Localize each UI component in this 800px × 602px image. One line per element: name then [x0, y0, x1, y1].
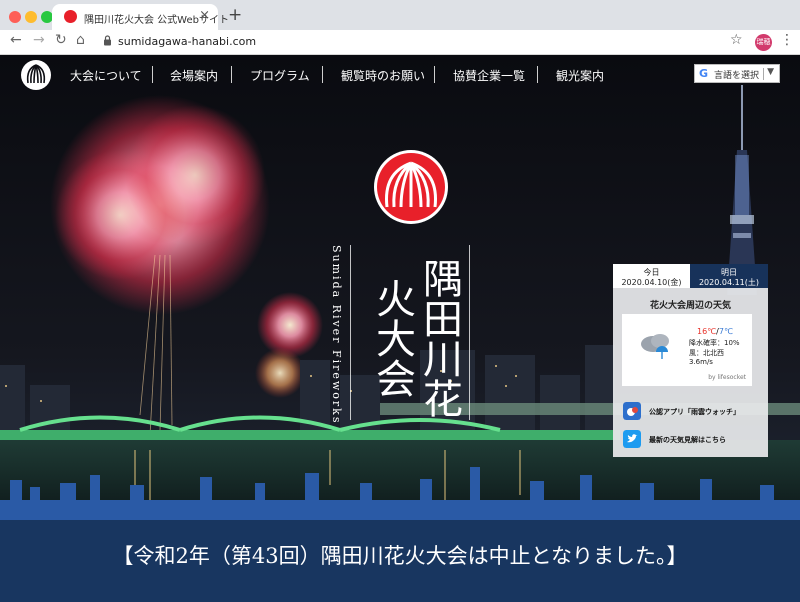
tab-tomorrow[interactable]: 明日 2020.04.11(土)	[690, 264, 768, 288]
temperature: 16℃/7℃	[697, 327, 733, 336]
browser-toolbar: ← → ↻ ⌂ sumidagawa-hanabi.com ☆ 瑞穂 ⋮	[0, 30, 800, 55]
english-title: Sumida River Fireworks	[330, 245, 343, 425]
twitter-icon	[623, 430, 641, 448]
temperature-low: 7℃	[718, 327, 733, 336]
language-selector-label: 言語を選択	[714, 71, 760, 81]
weather-app-icon	[623, 402, 641, 420]
nav-item-about[interactable]: 大会について	[70, 67, 142, 84]
rain-cloud-icon	[641, 334, 669, 359]
nav-divider	[322, 66, 323, 83]
hero-title: 隅田川花火大会	[369, 258, 462, 418]
weather-app-link[interactable]: 公認アプリ「雨雲ウォッチ」	[623, 402, 763, 422]
chevron-down-icon: ▼	[767, 67, 774, 77]
title-rule-left	[350, 245, 351, 420]
nav-item-viewing-rules[interactable]: 観覧時のお願い	[341, 67, 425, 84]
nav-divider	[231, 66, 232, 83]
new-tab-icon[interactable]: +	[228, 5, 242, 25]
nav-item-venue[interactable]: 会場案内	[170, 67, 218, 84]
twitter-link[interactable]: 最新の天気見解はこちら	[623, 430, 763, 450]
weather-title: 花火大会周辺の天気	[649, 301, 731, 311]
tab-close-icon[interactable]: ×	[199, 8, 210, 23]
back-icon[interactable]: ←	[10, 32, 22, 48]
site-favicon	[64, 10, 77, 23]
rain-probability: 降水確率：10%	[689, 339, 740, 347]
wind-speed: 3.6m/s	[689, 358, 713, 366]
wind-direction: 風：北北西	[689, 349, 724, 357]
weather-app-link-label: 公認アプリ「雨雲ウォッチ」	[649, 408, 740, 416]
tab-today-date: 2020.04.10(金)	[621, 278, 682, 287]
nav-divider	[152, 66, 153, 83]
forward-icon[interactable]: →	[33, 32, 45, 48]
weather-forecast-card: 16℃/7℃ 降水確率：10% 風：北北西 3.6m/s by lifesock…	[622, 314, 752, 386]
hero-emblem	[374, 150, 448, 224]
cancellation-banner: 【令和2年（第43回）隅田川花火大会は中止となりました。】	[0, 520, 800, 602]
nav-item-program[interactable]: プログラム	[250, 67, 310, 84]
fireworks-large	[50, 95, 270, 315]
language-selector-divider	[763, 68, 764, 80]
lock-icon	[104, 35, 111, 46]
bookmark-star-icon[interactable]: ☆	[730, 32, 743, 48]
cancellation-notice: 【令和2年（第43回）隅田川花火大会は中止となりました。】	[112, 544, 688, 568]
nav-divider	[537, 66, 538, 83]
google-icon: G	[699, 67, 709, 80]
browser-tab-bar: 隅田川花火大会 公式Webサイト × +	[0, 0, 800, 30]
language-selector[interactable]: G 言語を選択 ▼	[694, 64, 780, 83]
home-icon[interactable]: ⌂	[76, 32, 85, 48]
title-rule-right	[469, 245, 470, 420]
nav-divider	[434, 66, 435, 83]
nav-item-sponsors[interactable]: 協賛企業一覧	[453, 67, 525, 84]
site-logo-icon[interactable]	[20, 59, 52, 91]
twitter-link-label: 最新の天気見解はこちら	[649, 436, 726, 444]
window-minimize-button[interactable]	[25, 11, 37, 23]
site-navigation: 大会について 会場案内 プログラム 観覧時のお願い 協賛企業一覧 観光案内 G …	[0, 55, 800, 97]
profile-avatar[interactable]: 瑞穂	[755, 34, 772, 51]
window-close-button[interactable]	[9, 11, 21, 23]
temperature-high: 16℃	[697, 327, 717, 336]
nav-item-tourism[interactable]: 観光案内	[556, 67, 604, 84]
weather-credit: by lifesocket	[708, 374, 746, 381]
tab-tomorrow-date: 2020.04.11(土)	[698, 278, 760, 287]
tab-today[interactable]: 今日 2020.04.10(金)	[613, 264, 690, 288]
browser-menu-icon[interactable]: ⋮	[780, 32, 794, 48]
reload-icon[interactable]: ↻	[55, 32, 67, 48]
address-bar[interactable]: sumidagawa-hanabi.com	[118, 35, 256, 48]
weather-widget: 今日 2020.04.10(金) 明日 2020.04.11(土) 花火大会周辺…	[613, 264, 768, 457]
page-viewport: 大会について 会場案内 プログラム 観覧時のお願い 協賛企業一覧 観光案内 G …	[0, 55, 800, 602]
browser-tab[interactable]: 隅田川花火大会 公式Webサイト ×	[52, 4, 229, 30]
